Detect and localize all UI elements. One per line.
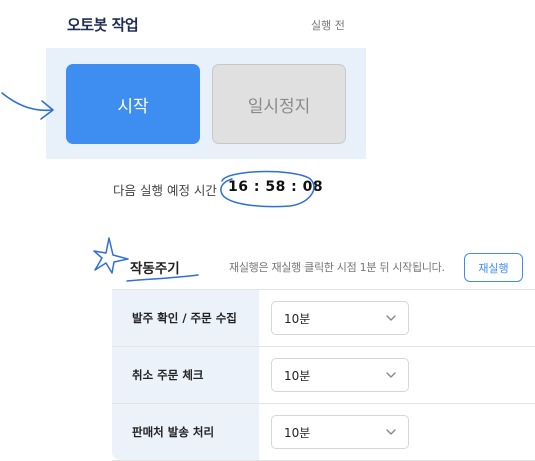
status-text: 실행 전 xyxy=(311,19,345,32)
control-panel: 시작 일시정지 xyxy=(46,48,366,159)
select-value: 10분 xyxy=(284,425,311,440)
select-value: 10분 xyxy=(284,368,311,383)
page-title: 오토봇 작업 xyxy=(67,16,139,34)
chevron-down-icon xyxy=(386,429,396,435)
cycle-table: 발주 확인 / 주문 수집 10분 취소 주문 체크 10분 판매처 발송 처리… xyxy=(112,289,535,461)
pause-button[interactable]: 일시정지 xyxy=(212,64,346,144)
select-value: 10분 xyxy=(284,311,311,326)
cycle-note: 재실행은 재실행 클릭한 시점 1분 뒤 시작됩니다. xyxy=(229,261,445,274)
interval-select[interactable]: 10분 xyxy=(271,358,409,392)
next-run-time: 16 : 58 : 08 xyxy=(228,179,324,195)
retry-button[interactable]: 재실행 xyxy=(464,253,523,282)
row-label: 판매처 발송 처리 xyxy=(112,404,259,460)
row-label: 발주 확인 / 주문 수집 xyxy=(112,290,259,346)
chevron-down-icon xyxy=(386,372,396,378)
chevron-down-icon xyxy=(386,315,396,321)
start-button[interactable]: 시작 xyxy=(66,64,200,144)
table-row: 판매처 발송 처리 10분 xyxy=(112,403,535,461)
interval-select[interactable]: 10분 xyxy=(271,301,409,335)
table-row: 취소 주문 체크 10분 xyxy=(112,346,535,403)
table-row: 발주 확인 / 주문 수집 10분 xyxy=(112,289,535,346)
star-icon xyxy=(93,237,129,274)
interval-select[interactable]: 10분 xyxy=(271,415,409,449)
row-label: 취소 주문 체크 xyxy=(112,347,259,403)
next-run-label: 다음 실행 예정 시간 xyxy=(113,183,217,198)
cycle-section-title: 작동주기 xyxy=(130,261,180,277)
